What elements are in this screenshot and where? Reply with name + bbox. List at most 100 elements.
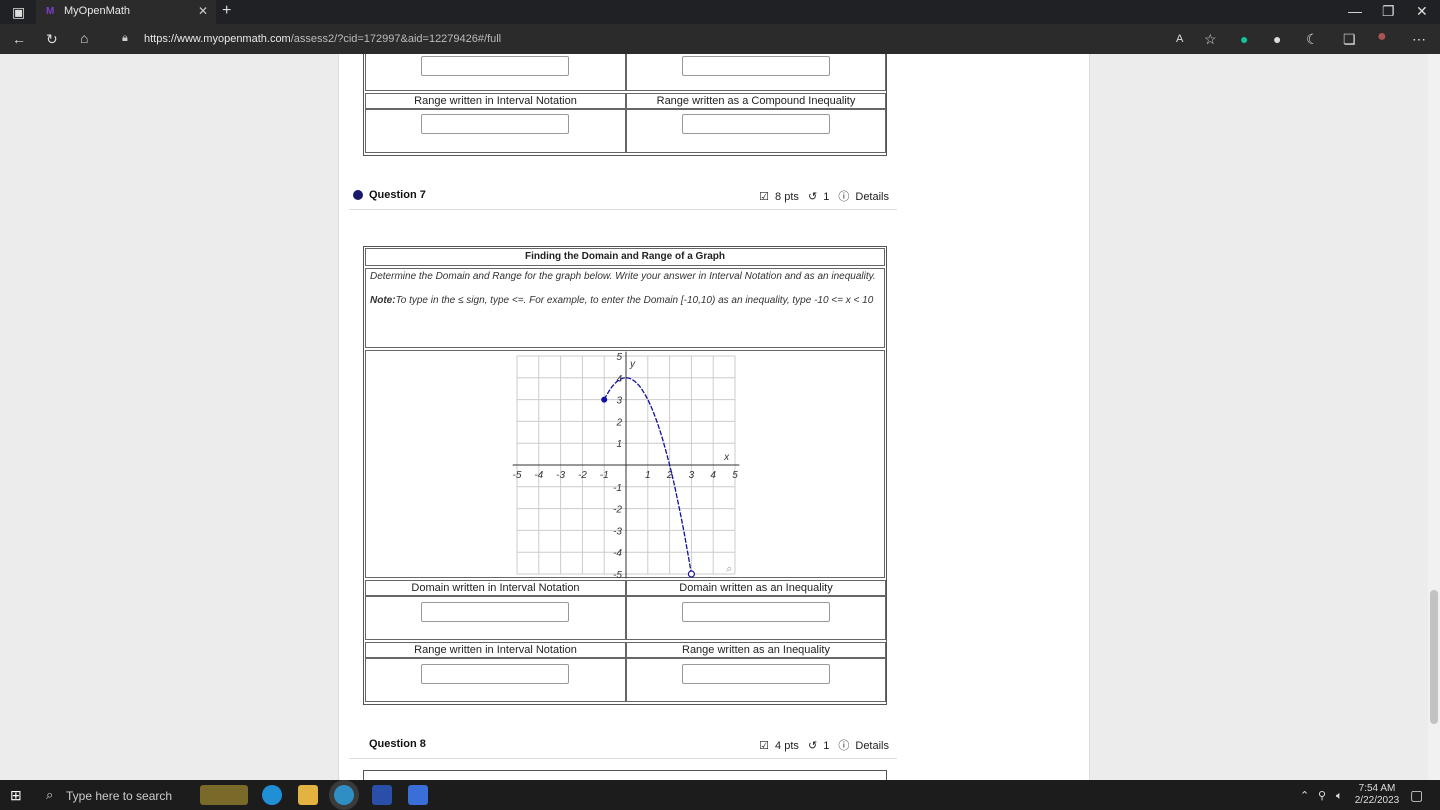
question7-table: Finding the Domain and Range of a Graph …: [363, 246, 887, 705]
note-text: To type in the ≤ sign, type <=. For exam…: [395, 295, 874, 306]
domain-interval-input[interactable]: [421, 602, 569, 622]
q6-domain-interval-input[interactable]: [421, 56, 569, 76]
y-tick-label: 5: [616, 352, 622, 363]
calculator-icon[interactable]: [408, 785, 428, 805]
close-window-icon[interactable]: ✕: [1416, 4, 1428, 18]
domain-inequality-input[interactable]: [682, 602, 830, 622]
y-tick-label: -3: [613, 526, 622, 537]
favorite-star-icon[interactable]: ☆: [1204, 32, 1217, 46]
question8-meta: ☑ 4 pts ↺ 1 ⓘ Details: [753, 737, 889, 753]
page-viewport: Range written in Interval Notation Range…: [0, 54, 1428, 780]
url-path: /assess2/?cid=172997&aid=12279426#/full: [290, 33, 502, 45]
browser-title-bar: ▣ M MyOpenMath ✕ + — ❐ ✕: [0, 0, 1440, 24]
windows-start-icon[interactable]: ⊞: [10, 788, 22, 802]
range-interval-input[interactable]: [421, 664, 569, 684]
x-tick-label: 4: [710, 470, 716, 481]
file-explorer-icon[interactable]: [298, 785, 318, 805]
extension-icon[interactable]: ●: [1273, 32, 1281, 46]
x-tick-label: -2: [578, 470, 587, 481]
graph-cell: -5 -4 -3 -2 -1 1 2 3 4 5 5 4 3 2 1 -1 -2 -3 -4 -5 x y ⌕: [365, 350, 885, 579]
search-placeholder: Type here to search: [66, 789, 173, 803]
x-tick-label: -3: [556, 470, 565, 481]
x-tick-label: 3: [689, 470, 695, 481]
y-tick-label: 3: [616, 396, 622, 407]
edge-active-icon[interactable]: [334, 785, 354, 805]
note-label: Note:: [370, 295, 396, 306]
minimize-icon[interactable]: —: [1348, 4, 1362, 18]
url-host: https://www.myopenmath.com: [144, 33, 291, 45]
y-tick-label: 1: [616, 439, 622, 450]
question7-title: Question 7: [369, 189, 426, 201]
q6-range-interval-input[interactable]: [421, 114, 569, 134]
mail-icon[interactable]: [372, 785, 392, 805]
question8-header: Question 8 ☑ 4 pts ↺ 1 ⓘ Details: [349, 731, 897, 759]
notifications-icon[interactable]: ▢: [1410, 788, 1423, 802]
collections-icon[interactable]: ❏: [1343, 32, 1356, 46]
assessment-content: Range written in Interval Notation Range…: [338, 54, 1090, 780]
tray-chevron-icon[interactable]: ⌃: [1300, 789, 1309, 803]
closed-endpoint: [601, 396, 608, 403]
network-icon[interactable]: ⚲: [1318, 789, 1326, 803]
restore-icon[interactable]: ❐: [1382, 4, 1395, 18]
tab-actions-icon[interactable]: ▣: [12, 5, 25, 19]
taskbar-search[interactable]: ⌕ Type here to search: [36, 780, 196, 810]
tries-icon: ↺: [807, 191, 818, 203]
edge-icon[interactable]: [262, 785, 282, 805]
function-graph: -5 -4 -3 -2 -1 1 2 3 4 554321-1-2-3-4-5xy⌕: [513, 351, 740, 579]
q6-range-compound-label: Range written as a Compound Inequality: [626, 93, 886, 109]
url-field[interactable]: 🔒︎ https://www.myopenmath.com/assess2/?c…: [110, 28, 1230, 50]
favorites-icon[interactable]: ☾: [1306, 32, 1319, 46]
range-interval-label: Range written in Interval Notation: [365, 642, 626, 658]
x-tick-label: -4: [534, 470, 543, 481]
question8-tries: 1: [823, 740, 830, 752]
home-icon[interactable]: ⌂: [80, 31, 88, 45]
more-menu-icon[interactable]: ⋯: [1412, 32, 1426, 46]
points-icon: ☑: [759, 191, 770, 203]
taskbar-clock[interactable]: 7:54 AM 2/22/2023: [1350, 783, 1404, 807]
myopenmath-favicon-icon: M: [46, 6, 55, 17]
info-icon[interactable]: ⓘ: [838, 740, 849, 752]
clock-date: 2/22/2023: [1354, 795, 1400, 806]
search-icon: ⌕: [46, 787, 54, 802]
browser-tab[interactable]: M MyOpenMath ✕: [36, 0, 216, 24]
windows-taskbar: ⊞ ⌕ Type here to search ⌃ ⚲ 🔈︎ 7:54 AM 2…: [0, 780, 1440, 810]
question8-details-link[interactable]: Details: [855, 740, 889, 752]
back-icon[interactable]: ←: [12, 32, 26, 46]
scrollbar-thumb[interactable]: [1430, 590, 1438, 724]
question7-instructions: Determine the Domain and Range for the g…: [365, 268, 885, 348]
question7-table-title: Finding the Domain and Range of a Graph: [365, 248, 885, 266]
y-tick-label: -1: [613, 483, 622, 494]
domain-interval-label: Domain written in Interval Notation: [365, 580, 626, 596]
new-tab-icon[interactable]: +: [222, 3, 231, 19]
question6-answer-table: Range written in Interval Notation Range…: [363, 54, 887, 156]
q6-range-compound-input[interactable]: [682, 114, 830, 134]
x-axis-label: x: [723, 452, 730, 463]
question-status-dot: [353, 190, 363, 200]
open-endpoint: [687, 570, 695, 578]
question8-table-top: [363, 770, 887, 780]
q6-range-interval-label: Range written in Interval Notation: [365, 93, 626, 109]
y-axis-label: y: [629, 359, 636, 370]
y-tick-label: -5: [613, 570, 622, 579]
range-inequality-label: Range written as an Inequality: [626, 642, 886, 658]
y-tick-label: -2: [613, 505, 622, 516]
profile-avatar-icon[interactable]: ●: [1377, 29, 1387, 45]
q6-domain-inequality-input[interactable]: [682, 56, 830, 76]
instruction-text: Determine the Domain and Range for the g…: [370, 271, 876, 282]
read-aloud-icon[interactable]: A: [1176, 32, 1183, 46]
clock-time: 7:54 AM: [1358, 783, 1396, 794]
question7-points: 8 pts: [775, 191, 799, 203]
taskbar-widget-icon[interactable]: [200, 785, 248, 805]
question7-details-link[interactable]: Details: [855, 191, 889, 203]
volume-icon[interactable]: 🔈︎: [1336, 789, 1343, 803]
x-tick-label: -1: [600, 470, 609, 481]
range-inequality-input[interactable]: [682, 664, 830, 684]
refresh-icon[interactable]: ↻: [46, 32, 58, 46]
grammarly-icon[interactable]: ●: [1240, 32, 1248, 46]
x-tick-label: -5: [513, 470, 522, 481]
lock-icon: 🔒︎: [122, 32, 128, 44]
page-scrollbar[interactable]: [1428, 54, 1440, 780]
question7-header: Question 7 ☑ 8 pts ↺ 1 ⓘ Details: [349, 182, 897, 210]
close-tab-icon[interactable]: ✕: [198, 4, 208, 18]
info-icon[interactable]: ⓘ: [838, 191, 849, 203]
